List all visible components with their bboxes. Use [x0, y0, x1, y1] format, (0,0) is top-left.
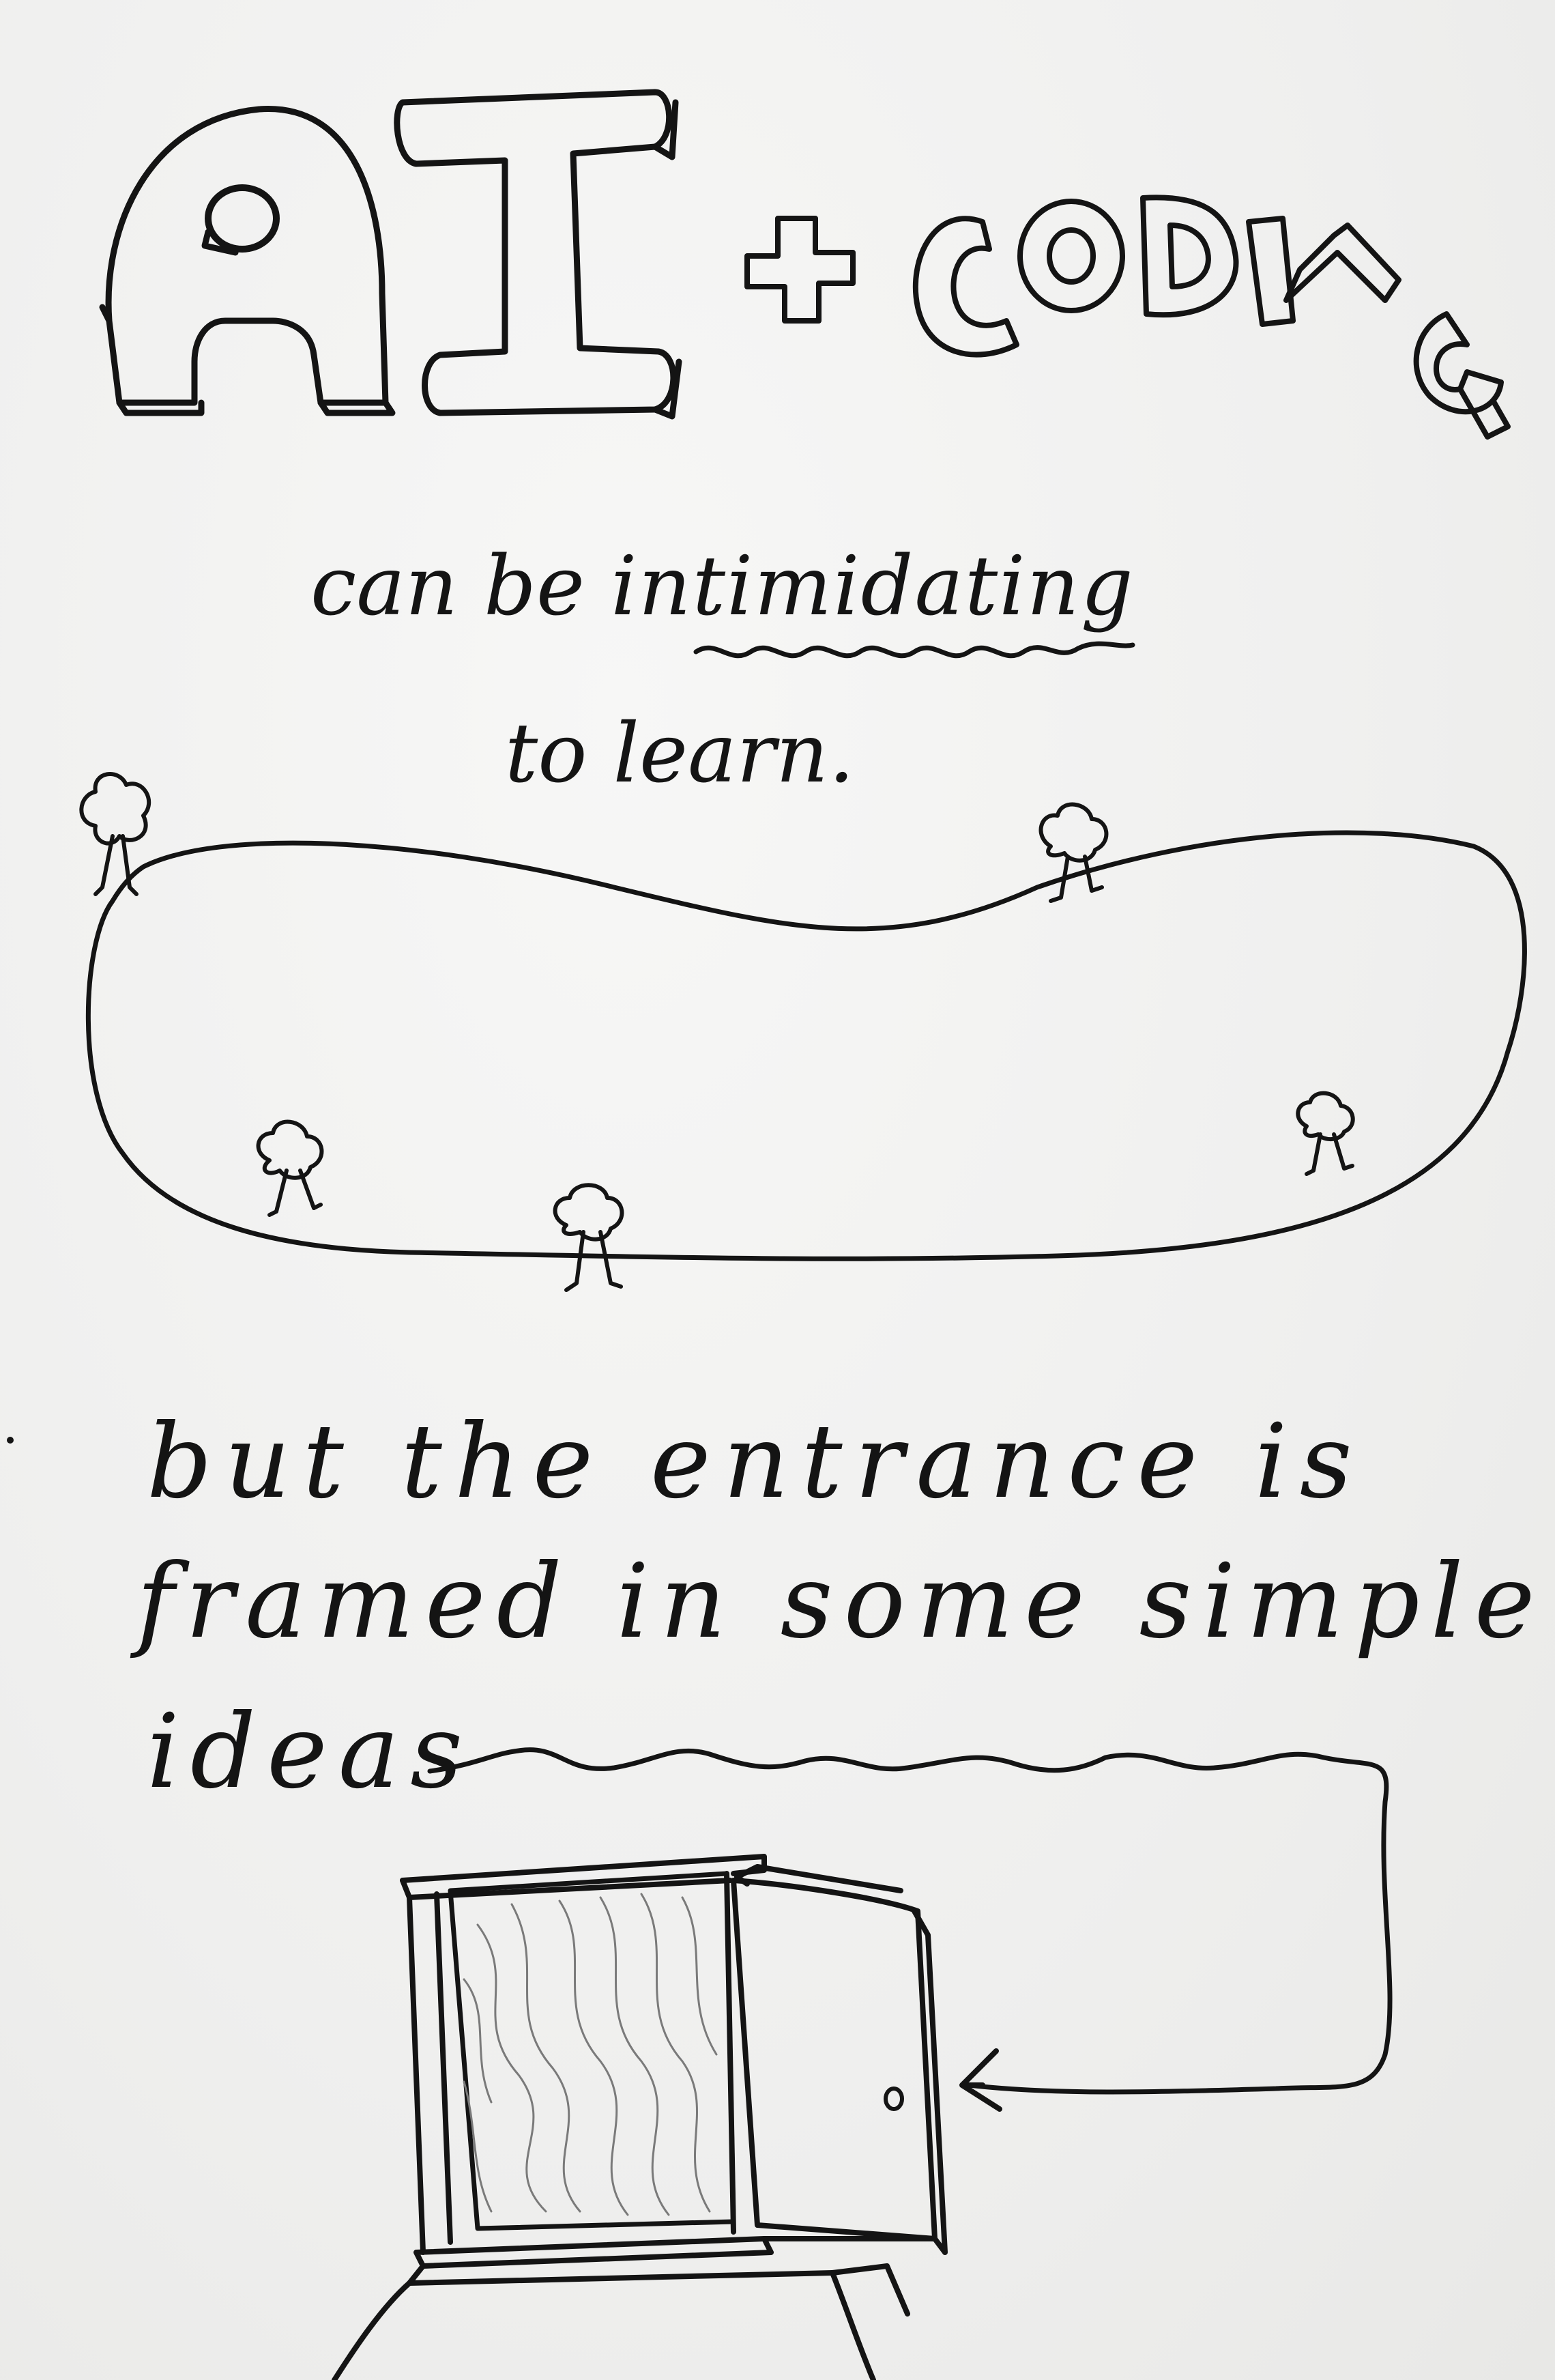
- tree-icon: [1296, 1091, 1355, 1176]
- door-knob: [884, 2087, 904, 2111]
- stray-dot: [7, 1437, 14, 1444]
- tree-icon: [256, 1119, 324, 1217]
- arrow-icon: [427, 1747, 1393, 2095]
- text-line-1-emphasis: intimidating: [611, 539, 1135, 634]
- underline-squiggle: [693, 641, 1135, 659]
- tree-icon: [1038, 802, 1109, 903]
- sketch-page: can be intimidating to learn. but the en…: [0, 0, 1555, 2380]
- doorway-shading: [463, 1893, 718, 2216]
- island-outline: [85, 830, 1527, 1261]
- arrow-head: [959, 2048, 1002, 2112]
- sketch-drawing: [7, 89, 1527, 2380]
- text-line-1-prefix: can be: [310, 539, 611, 634]
- tree-icon: [553, 1183, 624, 1292]
- text-line-4: framed in some simple: [136, 1543, 1546, 1661]
- text-line-5: ideas: [147, 1693, 474, 1811]
- text-line-3: but the entrance is: [147, 1403, 1365, 1521]
- tree-icon: [79, 772, 151, 896]
- title-plus-sign: [744, 216, 856, 324]
- text-line-2: to learn.: [505, 706, 855, 801]
- title-word-coding: [912, 195, 1511, 440]
- open-door-icon: [332, 1854, 948, 2380]
- title-letter-i: [394, 89, 682, 420]
- title-letter-a: [99, 106, 396, 416]
- text-line-1: can be intimidating: [310, 539, 1135, 634]
